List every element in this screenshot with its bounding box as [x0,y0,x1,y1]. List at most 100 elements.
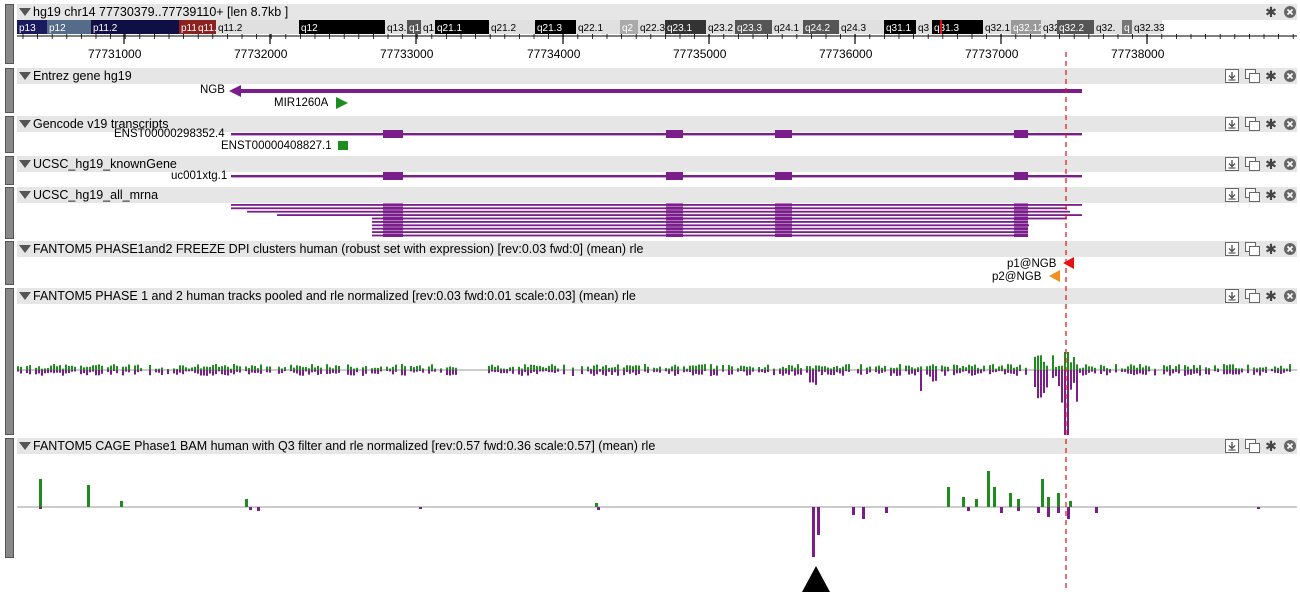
collapse-triangle-icon[interactable] [19,120,31,128]
close-icon[interactable] [1283,242,1297,256]
collapse-triangle-icon[interactable] [19,72,31,80]
signal-bar-reverse [911,370,913,374]
tss-label-p1-ngb[interactable]: p1@NGB [1007,258,1056,270]
signal-bar-forward [245,499,248,507]
signal-bar-reverse [497,370,499,373]
window-icon[interactable] [1245,439,1260,453]
tss-label-p2-ngb[interactable]: p2@NGB [992,271,1041,283]
track-drag-handle[interactable] [5,156,14,185]
download-icon[interactable] [1225,188,1239,202]
signal-bar-reverse [329,370,331,374]
gene-label-ngb[interactable]: NGB [200,84,225,96]
download-icon[interactable] [1225,69,1239,83]
signal-bar-forward [821,366,823,370]
close-icon[interactable] [1283,5,1297,19]
signal-bar-reverse [953,370,955,376]
ruler[interactable]: 77731000 77732000 77733000 77734000 77735000… [17,34,1297,64]
signal-bar-reverse [800,370,802,375]
signal-bar-reverse [1175,370,1177,372]
transcript-label[interactable]: ENST00000298352.4 [114,128,225,140]
gear-icon[interactable]: ✱ [1264,188,1278,202]
gene-label-mir1260a[interactable]: MIR1260A [274,97,328,109]
close-icon[interactable] [1283,69,1297,83]
signal-bar-reverse [608,370,610,372]
close-icon[interactable] [1283,188,1297,202]
signal-bar-reverse [1283,370,1285,373]
track-drag-handle[interactable] [5,116,14,153]
download-icon[interactable] [1225,242,1239,256]
window-icon[interactable] [1245,289,1260,303]
window-icon[interactable] [1245,242,1260,256]
track-drag-handle[interactable] [5,187,14,239]
signal-bar-reverse [98,370,100,376]
signal-bar-reverse [626,370,628,373]
signal-bar-forward [65,364,67,370]
collapse-triangle-icon[interactable] [19,292,31,300]
transcript-label[interactable]: ENST00000408827.1 [221,140,332,152]
signal-bar-reverse [47,370,49,374]
signal-bar-forward [542,367,544,370]
signal-bar-reverse [1274,370,1276,373]
track-buttons: ✱ [1217,68,1297,84]
signal-bar-forward [1041,479,1044,507]
collapse-triangle-icon[interactable] [19,8,31,16]
close-icon[interactable] [1283,439,1297,453]
track-drag-handle[interactable] [5,68,14,113]
signal-bar-forward [191,367,193,370]
collapse-triangle-icon[interactable] [19,160,31,168]
signal-bar-forward [980,368,982,370]
close-icon[interactable] [1283,289,1297,303]
mrna-transcript [372,227,1028,231]
signal-bar-reverse [404,370,406,376]
signal-bar-forward [1139,364,1141,370]
signal-bar-forward [674,364,676,370]
gear-icon[interactable]: ✱ [1264,439,1278,453]
track-drag-handle[interactable] [5,288,14,435]
gear-icon[interactable]: ✱ [1264,5,1278,19]
signal-bar-reverse [869,370,871,373]
signal-bar-forward [716,365,718,370]
collapse-triangle-icon[interactable] [19,442,31,450]
signal-bar-reverse [176,370,178,375]
chromosome-ideogram[interactable]: p13 p12 p11.2 p11.1 q11.1 q11.2 q12 q13. q1 q1 q21… [17,20,1297,34]
signal-bar-forward [1238,368,1240,370]
track-drag-handle[interactable] [5,438,14,558]
signal-bar-forward [422,368,424,370]
signal-bar-reverse [701,370,703,375]
signal-bar-reverse [1013,370,1015,374]
signal-bar-forward [1034,356,1036,370]
download-icon[interactable] [1225,289,1239,303]
genome-header-drag-handle[interactable] [5,4,14,64]
signal-bar-forward [698,364,700,370]
svg-text:q32.2: q32.2 [1059,23,1084,34]
collapse-triangle-icon[interactable] [19,245,31,253]
window-icon[interactable] [1245,188,1260,202]
download-icon[interactable] [1225,439,1239,453]
signal-bar-reverse [1235,370,1237,375]
signal-bar-reverse [977,370,979,374]
signal-bar-forward [812,368,814,370]
track-drag-handle[interactable] [5,241,14,285]
transcript-label[interactable]: uc001xtg.1 [171,170,227,182]
signal-bar-forward [521,368,523,370]
signal-bar-forward [413,367,415,370]
gear-icon[interactable]: ✱ [1264,289,1278,303]
window-icon[interactable] [1245,69,1260,83]
collapse-triangle-icon[interactable] [19,191,31,199]
gear-icon[interactable]: ✱ [1264,242,1278,256]
gear-icon[interactable]: ✱ [1264,69,1278,83]
signal-bar-reverse [1067,507,1070,519]
signal-bar-reverse [302,370,304,376]
signal-bar-reverse [530,370,532,374]
svg-text:q32.33: q32.33 [1134,23,1165,34]
svg-text:p13: p13 [19,23,36,34]
signal-bar-forward [29,365,31,370]
signal-bar-reverse [554,370,556,373]
signal-bar-reverse [314,370,316,372]
signal-bar-forward [1190,368,1192,370]
track-gencode: Gencode v19 transcripts ✱ ENST0000029835… [0,116,1300,153]
signal-bar-forward [695,365,697,370]
track-cage-bam: FANTOM5 CAGE Phase1 BAM human with Q3 fi… [0,438,1300,558]
signal-bar-forward [611,367,613,370]
signal-bar-reverse [557,370,559,372]
